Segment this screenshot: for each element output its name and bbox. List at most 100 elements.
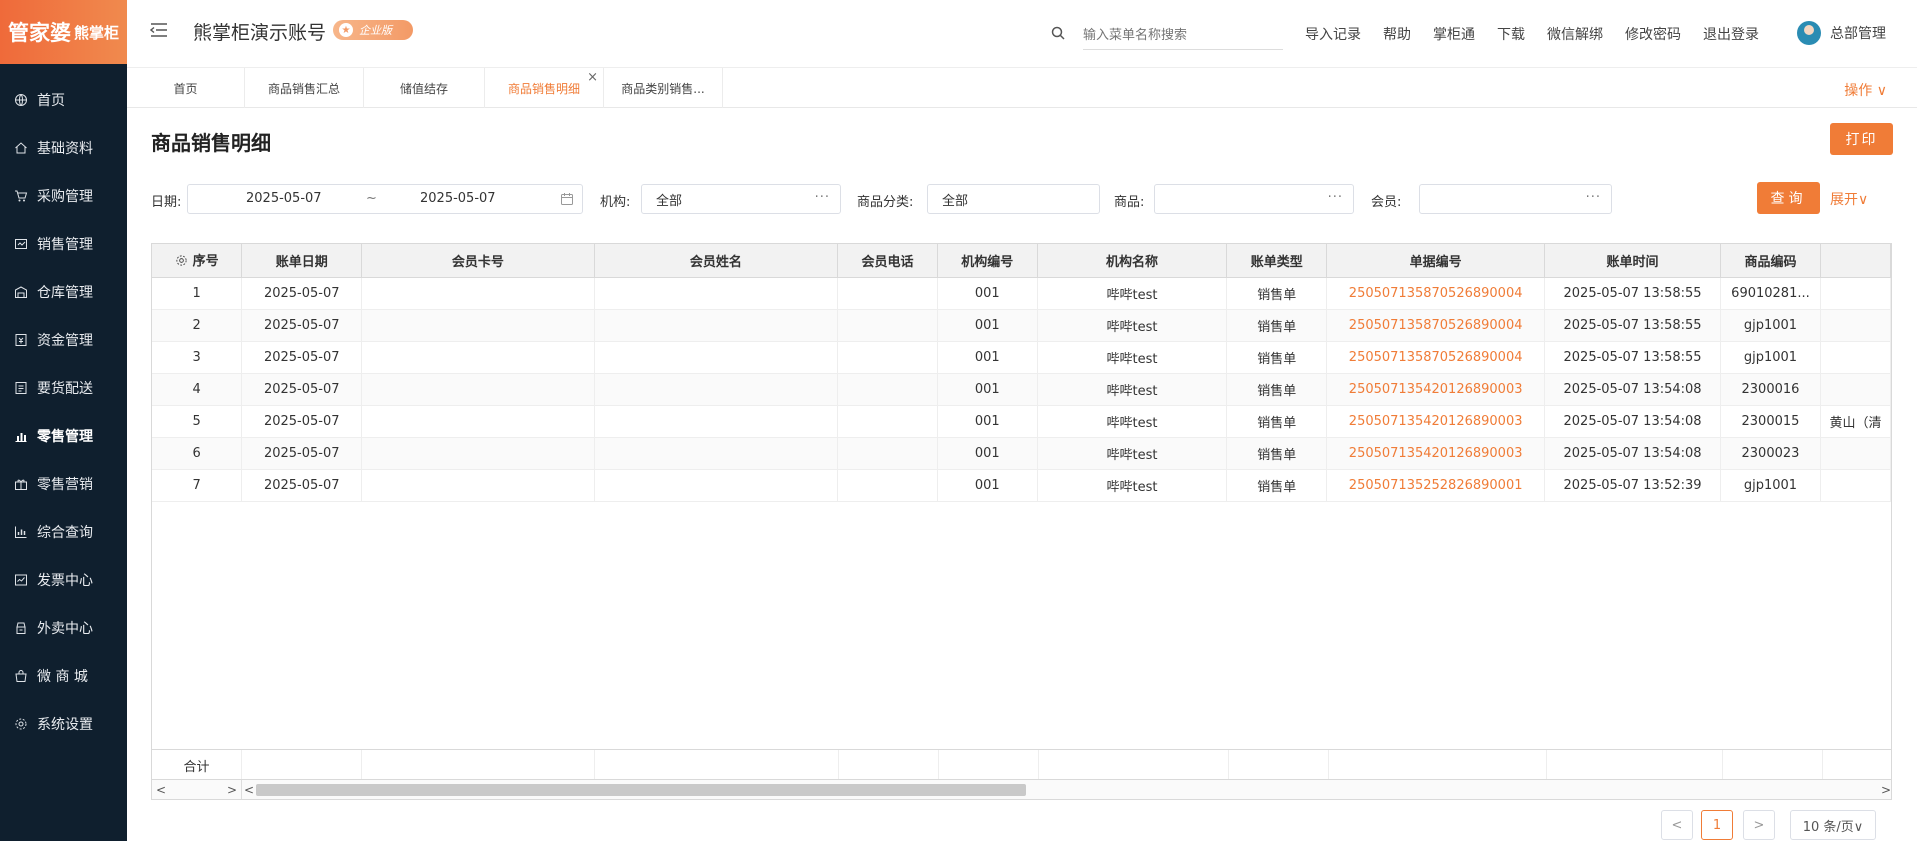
user-menu[interactable]: 总部管理 [1797, 21, 1886, 45]
table-cell: 2025-05-07 [241, 341, 363, 374]
table-cell [361, 373, 595, 406]
change-password-link[interactable]: 修改密码 [1625, 24, 1681, 44]
category-select[interactable]: 全部 [927, 184, 1100, 214]
table-cell: 哔哔test [1037, 469, 1228, 502]
help-link[interactable]: 帮助 [1383, 24, 1411, 44]
sidebar-item-label: 销售管理 [37, 237, 93, 253]
tab-category-sales[interactable]: 商品类别销售... [604, 68, 723, 108]
search-icon[interactable] [1051, 26, 1065, 40]
scroll-right-icon[interactable]: > [1879, 783, 1891, 797]
tab-home[interactable]: 首页 [127, 68, 245, 108]
table-cell [1820, 469, 1891, 502]
table-cell: 2025-05-07 13:54:08 [1544, 405, 1721, 438]
sidebar-item[interactable]: 系统设置 [0, 700, 127, 748]
sidebar-item[interactable]: 资金管理 [0, 316, 127, 364]
scroll-right-icon[interactable]: > [227, 783, 237, 797]
tab-sales-summary[interactable]: 商品销售汇总 [245, 68, 364, 108]
org-value: 全部 [656, 193, 683, 209]
goods-select[interactable]: ··· [1154, 184, 1354, 214]
bill-number-link[interactable]: 250507135870526890004 [1326, 341, 1546, 374]
main-scroll[interactable]: < > [242, 780, 1891, 799]
column-header-label: 会员姓名 [689, 254, 742, 270]
sidebar-item[interactable]: 基础资料 [0, 124, 127, 172]
table-cell: 2025-05-07 [241, 309, 363, 342]
bill-number-link[interactable]: 250507135420126890003 [1326, 437, 1546, 470]
table-row[interactable]: 2 2025-05-07 001 哔哔test 销售单 25050713587052689… [152, 309, 1891, 342]
scroll-thumb[interactable] [256, 783, 1026, 796]
bill-number-link[interactable]: 250507135252826890001 [1326, 469, 1546, 502]
org-label: 机构: [600, 195, 631, 210]
total-label: 合计 [152, 750, 242, 780]
table-cell: 4 [152, 373, 243, 406]
table-row[interactable]: 3 2025-05-07 001 哔哔test 销售单 25050713587052689… [152, 341, 1891, 374]
table-cell: 2025-05-07 [241, 277, 363, 310]
sidebar-item[interactable]: 综合查询 [0, 508, 127, 556]
sidebar-item[interactable]: 采购管理 [0, 172, 127, 220]
table-row[interactable]: 1 2025-05-07 001 哔哔test 销售单 25050713587052689… [152, 277, 1891, 310]
goods-label: 商品: [1114, 195, 1145, 210]
close-icon[interactable]: × [587, 70, 598, 85]
menu-toggle-icon[interactable] [149, 22, 168, 38]
table-cell: 2025-05-07 [241, 469, 363, 502]
table-row[interactable]: 5 2025-05-07 001 哔哔test 销售单 25050713542012689… [152, 405, 1891, 438]
query-button[interactable]: 查询 [1757, 182, 1820, 214]
fixed-column-scroll[interactable]: < > [152, 780, 242, 799]
sidebar-item[interactable]: 微 商 城 [0, 652, 127, 700]
column-settings-icon[interactable] [175, 254, 188, 271]
data-grid: 序号 账单日期 会员卡号 会员姓名 会员电话 机构编号 机构名称 账单类型 单据编号 账单时间 商品… [152, 244, 1891, 502]
more-icon[interactable]: ··· [815, 190, 830, 205]
tab-stored-value[interactable]: 储值结存 [364, 68, 485, 108]
logout-link[interactable]: 退出登录 [1703, 24, 1759, 44]
table-cell [837, 469, 938, 502]
org-select[interactable]: 全部 ··· [641, 184, 841, 214]
sidebar-item[interactable]: 发票中心 [0, 556, 127, 604]
download-link[interactable]: 下载 [1497, 24, 1525, 44]
operations-menu[interactable]: 操作 ∨ [1844, 80, 1887, 100]
table-cell [837, 373, 938, 406]
scroll-left-icon[interactable]: < [242, 783, 256, 797]
home-icon [14, 141, 28, 155]
zhanggui-link[interactable]: 掌柜通 [1433, 24, 1475, 44]
sidebar-item[interactable]: 仓库管理 [0, 268, 127, 316]
expand-toggle[interactable]: 展开∨ [1830, 189, 1868, 209]
table-cell [361, 277, 595, 310]
table-row[interactable]: 7 2025-05-07 001 哔哔test 销售单 25050713525282689… [152, 469, 1891, 502]
page-button-current[interactable]: 1 [1701, 810, 1733, 840]
bill-number-link[interactable]: 250507135870526890004 [1326, 309, 1546, 342]
sidebar-item[interactable]: 零售管理 [0, 412, 127, 460]
scroll-track[interactable] [256, 783, 1879, 797]
total-cell [1547, 750, 1723, 780]
date-from[interactable]: 2025-05-07 [246, 191, 322, 206]
prev-page-button[interactable]: < [1661, 810, 1693, 840]
date-to[interactable]: 2025-05-07 [420, 191, 496, 206]
table-cell [594, 373, 839, 406]
bill-number-link[interactable]: 250507135420126890003 [1326, 373, 1546, 406]
more-icon[interactable]: ··· [1586, 190, 1601, 205]
calendar-icon[interactable] [560, 192, 574, 210]
menu-search-input[interactable] [1083, 22, 1283, 50]
scroll-left-icon[interactable]: < [156, 783, 166, 797]
horizontal-scrollbar[interactable]: < > < > [152, 779, 1891, 799]
sidebar-item-label: 发票中心 [37, 573, 93, 589]
bill-number-link[interactable]: 250507135870526890004 [1326, 277, 1546, 310]
sidebar-item[interactable]: 零售营销 [0, 460, 127, 508]
import-records-link[interactable]: 导入记录 [1305, 24, 1361, 44]
star-icon: ★ [339, 23, 353, 37]
next-page-button[interactable]: > [1743, 810, 1775, 840]
bill-number-link[interactable]: 250507135420126890003 [1326, 405, 1546, 438]
sidebar-item[interactable]: 要货配送 [0, 364, 127, 412]
sidebar-item[interactable]: 首页 [0, 76, 127, 124]
print-button[interactable]: 打印 [1830, 123, 1893, 155]
sidebar-item[interactable]: 外卖中心 [0, 604, 127, 652]
date-range-picker[interactable]: 2025-05-07 ~ 2025-05-07 [187, 184, 583, 214]
page-size-select[interactable]: 10 条/页∨ [1790, 810, 1876, 840]
sidebar-item[interactable]: 销售管理 [0, 220, 127, 268]
wechat-unbind-link[interactable]: 微信解绑 [1547, 24, 1603, 44]
member-select[interactable]: ··· [1419, 184, 1612, 214]
table-row[interactable]: 6 2025-05-07 001 哔哔test 销售单 25050713542012689… [152, 437, 1891, 470]
table-cell [1820, 373, 1891, 406]
table-row[interactable]: 4 2025-05-07 001 哔哔test 销售单 25050713542012689… [152, 373, 1891, 406]
tab-sales-detail[interactable]: 商品销售明细 × [485, 68, 604, 108]
more-icon[interactable]: ··· [1328, 190, 1343, 205]
table-cell [1820, 437, 1891, 470]
